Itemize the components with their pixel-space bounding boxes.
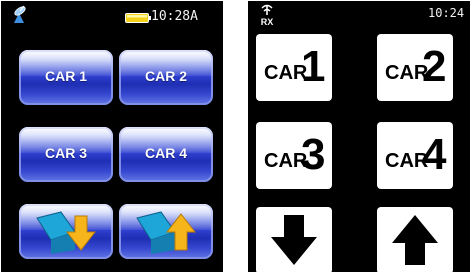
car-number-label: 3 [301,130,326,179]
up-arrow-icon [136,211,197,254]
up-arrow-icon [392,215,438,265]
car-number-label: 1 [301,42,326,91]
car-3-button[interactable]: CAR 3 [19,127,113,182]
status-bar: 10:28A [1,1,223,31]
clock-time: 10:24 [428,6,465,20]
blue-theme-screen: 10:28A CAR 1 CAR 2 CAR 3 CAR 4 [1,1,223,272]
move-down-button[interactable] [256,207,332,272]
car-4-label: CAR 4 [144,145,187,161]
down-arrow-icon [271,215,317,265]
rx-signal-icon: RX [261,4,274,27]
car-4-button[interactable]: CAR 4 [119,127,213,182]
car-2-button[interactable]: CAR 2 [119,50,213,105]
car-1-button[interactable]: CAR 1 [256,34,332,101]
move-down-button[interactable] [19,204,113,259]
rx-label: RX [261,17,274,27]
car-2-button[interactable]: CAR 2 [377,34,453,101]
car-3-button[interactable]: CAR 3 [256,122,332,189]
car-4-button[interactable]: CAR 4 [377,122,453,189]
clock-time: 10:28A [151,9,198,24]
car-3-label: CAR 3 [44,145,87,161]
battery-icon [125,13,151,23]
bw-theme-screen: RX 10:24 CAR 1 CAR 2 CAR 3 CAR 4 [248,1,470,272]
car-1-button[interactable]: CAR 1 [19,50,113,105]
move-up-button[interactable] [119,204,213,259]
down-arrow-icon [36,211,97,254]
car-number-label: 4 [422,130,447,179]
car-2-label: CAR 2 [144,68,187,84]
satellite-icon [14,5,26,23]
car-number-label: 2 [422,42,447,91]
move-up-button[interactable] [377,207,453,272]
car-1-label: CAR 1 [44,68,87,84]
